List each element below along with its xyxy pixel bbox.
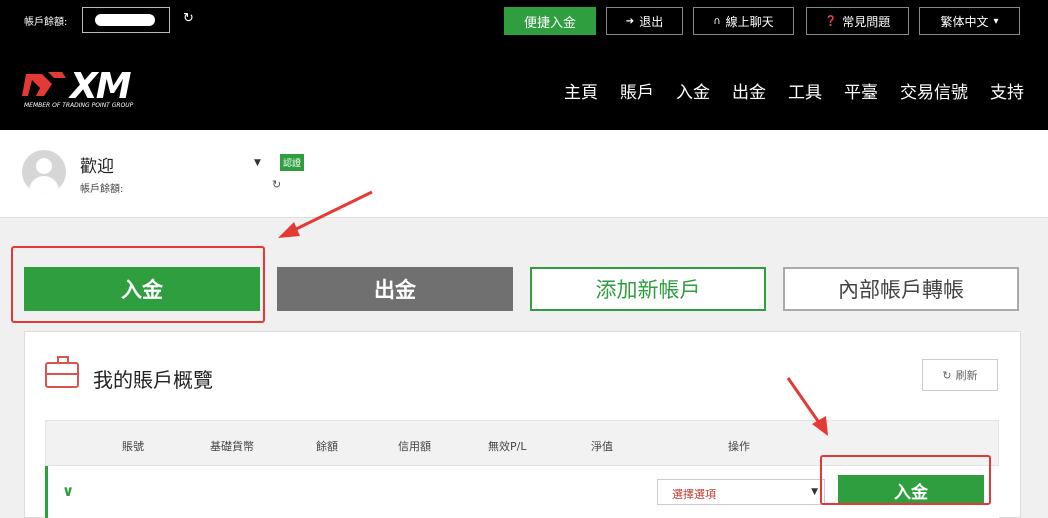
- logout-label: 退出: [639, 14, 664, 29]
- logout-icon: ➔: [625, 15, 635, 27]
- refresh-icon[interactable]: ↻: [183, 11, 194, 26]
- live-chat-label: 線上聊天: [725, 14, 774, 29]
- nav-item-home[interactable]: 主頁: [564, 78, 598, 103]
- nav-item-platforms[interactable]: 平臺: [844, 78, 878, 103]
- chevron-down-icon[interactable]: ▼: [254, 158, 261, 168]
- refresh-button[interactable]: ↻ 刷新: [922, 359, 998, 391]
- balance-label: 帳戶餘額:: [24, 17, 68, 28]
- welcome-text: 歡迎: [80, 157, 114, 177]
- internal-transfer-label: 內部帳戶轉帳: [838, 278, 964, 302]
- action-select[interactable]: 選擇選項 ▼: [657, 479, 825, 505]
- add-account-button[interactable]: 添加新帳戶: [530, 267, 766, 311]
- user-header: 歡迎 ▼ 認證 帳戶餘額: ↻: [0, 130, 1048, 218]
- highlight-box-deposit: [11, 246, 265, 323]
- verified-badge: 認證: [280, 154, 305, 171]
- annotation-arrow-icon: [278, 190, 373, 238]
- logo-mark-icon: [22, 72, 66, 96]
- internal-transfer-button[interactable]: 內部帳戶轉帳: [783, 267, 1019, 311]
- col-floating-pl: 無效P/L: [488, 440, 527, 453]
- action-select-value: 選擇選項: [672, 488, 716, 501]
- logout-button[interactable]: ➔ 退出: [606, 7, 683, 35]
- add-account-label: 添加新帳戶: [595, 278, 701, 302]
- faq-button[interactable]: ❓ 常見問題: [806, 7, 909, 35]
- withdraw-label: 出金: [374, 278, 416, 302]
- chevron-down-icon: ▾: [993, 15, 999, 27]
- annotation-arrow-icon: [786, 377, 828, 436]
- logo-tagline: MEMBER OF TRADING POINT GROUP: [24, 102, 134, 109]
- live-chat-button[interactable]: ∩ 線上聊天: [693, 7, 794, 35]
- main-nav-bar: XM MEMBER OF TRADING POINT GROUP 主頁 賬戶 入…: [0, 46, 1048, 130]
- withdraw-button[interactable]: 出金: [277, 267, 513, 311]
- highlight-box-row-deposit: [820, 455, 991, 505]
- nav-item-deposit[interactable]: 入金: [676, 78, 710, 103]
- account-balance-label: 帳戶餘額:: [80, 184, 124, 195]
- language-select[interactable]: 繁体中文 ▾: [919, 7, 1020, 35]
- overview-title: 我的賬戶概覽: [93, 368, 213, 392]
- faq-label: 常見問題: [842, 14, 891, 29]
- nav-item-withdraw[interactable]: 出金: [732, 78, 766, 103]
- chevron-down-icon: ▼: [811, 487, 818, 497]
- question-icon: ❓: [824, 15, 838, 27]
- avatar: [22, 150, 66, 194]
- balance-value-box: [82, 7, 170, 33]
- briefcase-icon: [45, 356, 79, 388]
- col-balance: 餘額: [316, 440, 338, 453]
- nav-item-signals[interactable]: 交易信號: [900, 78, 968, 103]
- balance-mask: [95, 14, 155, 26]
- nav-menu: 主頁 賬戶 入金 出金 工具 平臺 交易信號 支持: [542, 78, 1024, 103]
- quick-deposit-label: 便捷入金: [523, 15, 576, 31]
- col-equity: 淨值: [591, 440, 613, 453]
- nav-item-accounts[interactable]: 賬戶: [620, 78, 654, 103]
- refresh-label: 刷新: [955, 369, 978, 382]
- nav-item-support[interactable]: 支持: [990, 78, 1024, 103]
- logo-text: XM: [70, 66, 132, 107]
- nav-item-tools[interactable]: 工具: [788, 78, 822, 103]
- chevron-down-icon[interactable]: ∨: [62, 482, 74, 500]
- col-account-number: 賬號: [122, 440, 144, 453]
- col-credit: 信用額: [398, 440, 431, 453]
- col-actions: 操作: [728, 440, 750, 453]
- language-label: 繁体中文: [940, 14, 989, 29]
- top-bar: 帳戶餘額: ↻ 便捷入金 ➔ 退出 ∩ 線上聊天 ❓ 常見問題 繁体中文 ▾: [0, 0, 1048, 46]
- headset-icon: ∩: [713, 15, 721, 27]
- xm-logo[interactable]: XM MEMBER OF TRADING POINT GROUP: [22, 66, 152, 114]
- refresh-icon: ↻: [942, 368, 952, 382]
- quick-deposit-button[interactable]: 便捷入金: [504, 7, 596, 35]
- col-base-currency: 基礎貨幣: [210, 440, 254, 453]
